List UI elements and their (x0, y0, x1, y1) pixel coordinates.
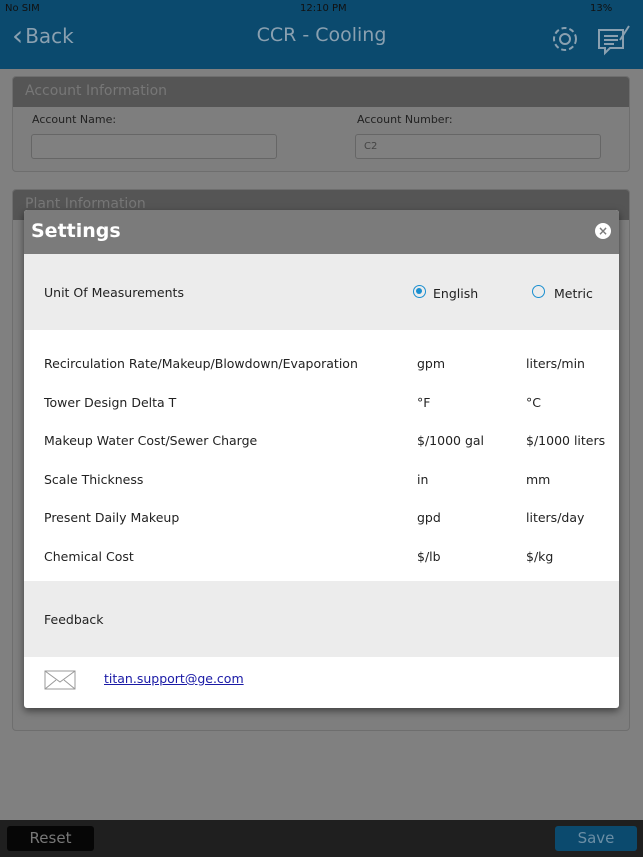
units-table: Recirculation Rate/Makeup/Blowdown/Evapo… (24, 330, 619, 581)
nav-bar: ‹ Back CCR - Cooling (0, 18, 643, 69)
feedback-section: Feedback (24, 581, 619, 657)
english-unit: in (417, 471, 429, 487)
row-label: Chemical Cost (44, 548, 134, 564)
notes-edit-icon[interactable] (596, 22, 632, 56)
panel-header: Account Information (13, 77, 629, 107)
english-unit: $/1000 gal (417, 433, 485, 448)
metric-unit: mm (526, 471, 551, 487)
row-label: Scale Thickness (44, 471, 144, 487)
mail-icon (44, 670, 76, 690)
close-icon[interactable]: × (595, 223, 611, 239)
account-name-label: Account Name: (32, 113, 117, 126)
footer-bar: Reset Save (0, 820, 643, 857)
support-email-link[interactable]: titan.support@ge.com (104, 671, 244, 686)
settings-modal: Settings × Unit Of Measurements English … (24, 210, 619, 708)
row-label: Makeup Water Cost/Sewer Charge (44, 433, 258, 448)
row-label: Tower Design Delta T (44, 394, 177, 410)
radio-english[interactable] (413, 285, 426, 298)
account-number-input[interactable]: C2 (355, 134, 601, 159)
reset-button[interactable]: Reset (7, 826, 94, 851)
row-label: Recirculation Rate/Makeup/Blowdown/Evapo… (44, 356, 358, 371)
metric-unit: liters/min (526, 356, 585, 371)
english-label: English (433, 286, 479, 301)
carrier: No SIM (5, 3, 40, 14)
english-unit: °F (417, 394, 431, 410)
metric-unit: liters/day (526, 510, 585, 525)
english-unit: $/lb (417, 548, 441, 564)
battery-level: 13% (590, 3, 613, 14)
settings-gear-icon[interactable] (548, 22, 582, 56)
modal-title: Settings (24, 210, 619, 254)
unit-section: Unit Of Measurements English Metric (24, 254, 619, 330)
english-unit: gpm (417, 356, 446, 371)
account-information-panel: Account Information Account Name: Accoun… (12, 76, 630, 172)
radio-metric[interactable] (532, 285, 545, 298)
metric-unit: °C (526, 394, 541, 410)
metric-label: Metric (554, 286, 593, 301)
clock: 12:10 PM (300, 3, 347, 14)
page-title: CCR - Cooling (256, 24, 387, 46)
status-bar: No SIM 12:10 PM 13% (0, 0, 643, 18)
metric-unit: $/1000 liters (526, 433, 606, 448)
save-button[interactable]: Save (555, 826, 637, 851)
row-label: Present Daily Makeup (44, 510, 180, 525)
metric-unit: $/kg (526, 548, 554, 564)
account-number-label: Account Number: (357, 113, 453, 126)
feedback-label: Feedback (44, 612, 104, 627)
english-unit: gpd (417, 510, 441, 525)
account-name-input[interactable] (31, 134, 277, 159)
